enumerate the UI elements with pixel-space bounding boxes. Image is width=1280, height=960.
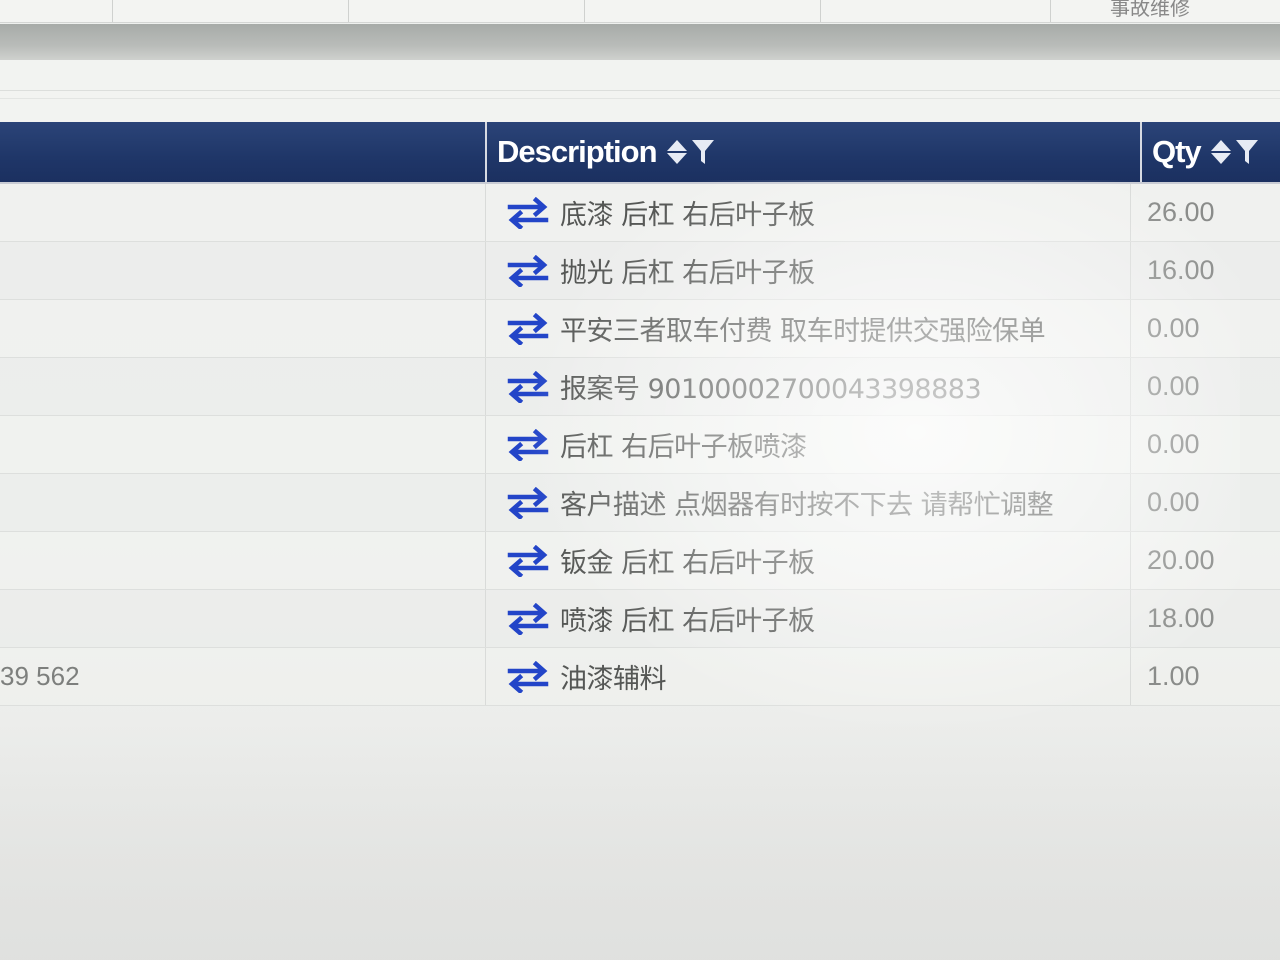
description-text: 平安三者取车付费 取车时提供交强险保单: [560, 316, 1046, 347]
table-row[interactable]: 喷漆 后杠 右后叶子板 18.00: [0, 590, 1280, 648]
cell-description[interactable]: 底漆 后杠 右后叶子板: [486, 184, 1126, 241]
header-description-label: Description: [497, 134, 658, 169]
cell-qty: 0.00: [1130, 358, 1280, 415]
description-text: 报案号 90100002700043398883: [560, 374, 982, 405]
spacer-area: [0, 60, 1280, 122]
filter-icon[interactable]: [691, 138, 715, 166]
table-row[interactable]: 平安三者取车付费 取车时提供交强险保单 0.00: [0, 300, 1280, 358]
swap-arrows-icon[interactable]: [506, 254, 550, 288]
cell-left: [0, 474, 486, 531]
swap-arrows-icon[interactable]: [506, 602, 550, 636]
description-text: 油漆辅料: [560, 664, 667, 695]
description-text: 底漆 后杠 右后叶子板: [560, 200, 815, 231]
table-row[interactable]: 报案号 90100002700043398883 0.00: [0, 358, 1280, 416]
header-cell-qty[interactable]: Qty: [1140, 122, 1280, 182]
swap-arrows-icon[interactable]: [506, 370, 550, 404]
description-text: 后杠 右后叶子板喷漆: [560, 432, 807, 463]
table-body: 底漆 后杠 右后叶子板 26.00 抛光 后杠 右后叶子板 16.00 平安三者…: [0, 184, 1280, 706]
cell-qty: 16.00: [1130, 242, 1280, 299]
table-row[interactable]: 后杠 右后叶子板喷漆 0.00: [0, 416, 1280, 474]
cell-left: 39 562: [0, 648, 486, 705]
table-row[interactable]: 抛光 后杠 右后叶子板 16.00: [0, 242, 1280, 300]
cell-qty: 18.00: [1130, 590, 1280, 647]
strip-partial-text: 事故维修: [1110, 0, 1190, 20]
swap-arrows-icon[interactable]: [506, 660, 550, 694]
cell-qty: 26.00: [1130, 184, 1280, 241]
sort-icon[interactable]: [1210, 140, 1231, 164]
cell-description[interactable]: 钣金 后杠 右后叶子板: [486, 532, 1126, 589]
table-row[interactable]: 客户描述 点烟器有时按不下去 请帮忙调整 0.00: [0, 474, 1280, 532]
table-row[interactable]: 钣金 后杠 右后叶子板 20.00: [0, 532, 1280, 590]
cell-description[interactable]: 客户描述 点烟器有时按不下去 请帮忙调整: [486, 474, 1126, 531]
swap-arrows-icon[interactable]: [506, 196, 550, 230]
description-text: 喷漆 后杠 右后叶子板: [560, 606, 815, 637]
cell-description[interactable]: 平安三者取车付费 取车时提供交强险保单: [486, 300, 1126, 357]
bottom-fade: [0, 720, 1280, 960]
cell-description[interactable]: 后杠 右后叶子板喷漆: [486, 416, 1126, 473]
strip-divider: [820, 0, 821, 22]
cell-qty: 1.00: [1130, 648, 1280, 705]
swap-arrows-icon[interactable]: [506, 428, 550, 462]
cell-left: [0, 590, 486, 647]
sort-icon[interactable]: [666, 140, 687, 164]
screen: 事故维修 Description Qty 底漆 后杠 右后叶子板 26.00 抛…: [0, 0, 1280, 960]
description-text: 客户描述 点烟器有时按不下去 请帮忙调整: [560, 490, 1054, 521]
filter-icon[interactable]: [1235, 138, 1259, 166]
swap-arrows-icon[interactable]: [506, 312, 550, 346]
cell-qty: 0.00: [1130, 300, 1280, 357]
cell-description[interactable]: 油漆辅料: [486, 648, 1126, 705]
strip-divider: [112, 0, 113, 22]
cell-description[interactable]: 抛光 后杠 右后叶子板: [486, 242, 1126, 299]
header-cell-description[interactable]: Description: [485, 122, 1140, 182]
strip-divider: [348, 0, 349, 22]
cell-left: [0, 416, 486, 473]
swap-arrows-icon[interactable]: [506, 544, 550, 578]
cell-description[interactable]: 报案号 90100002700043398883: [486, 358, 1126, 415]
header-cell-left: [0, 122, 483, 182]
cell-qty: 0.00: [1130, 416, 1280, 473]
table-row[interactable]: 底漆 后杠 右后叶子板 26.00: [0, 184, 1280, 242]
swap-arrows-icon[interactable]: [506, 486, 550, 520]
header-qty-label: Qty: [1152, 134, 1202, 169]
cell-description[interactable]: 喷漆 后杠 右后叶子板: [486, 590, 1126, 647]
strip-divider: [1050, 0, 1051, 22]
cell-qty: 0.00: [1130, 474, 1280, 531]
cell-left: [0, 358, 486, 415]
description-text: 钣金 后杠 右后叶子板: [560, 548, 815, 579]
table-row[interactable]: 39 562 油漆辅料 1.00: [0, 648, 1280, 706]
cell-left: [0, 532, 486, 589]
previous-table-strip: 事故维修: [0, 0, 1280, 23]
cell-left: [0, 184, 486, 241]
description-text: 抛光 后杠 右后叶子板: [560, 258, 815, 289]
toolbar-band: [0, 24, 1280, 60]
cell-qty: 20.00: [1130, 532, 1280, 589]
cell-left: [0, 300, 486, 357]
strip-divider: [584, 0, 585, 22]
cell-left: [0, 242, 486, 299]
table-header: Description Qty: [0, 122, 1280, 184]
